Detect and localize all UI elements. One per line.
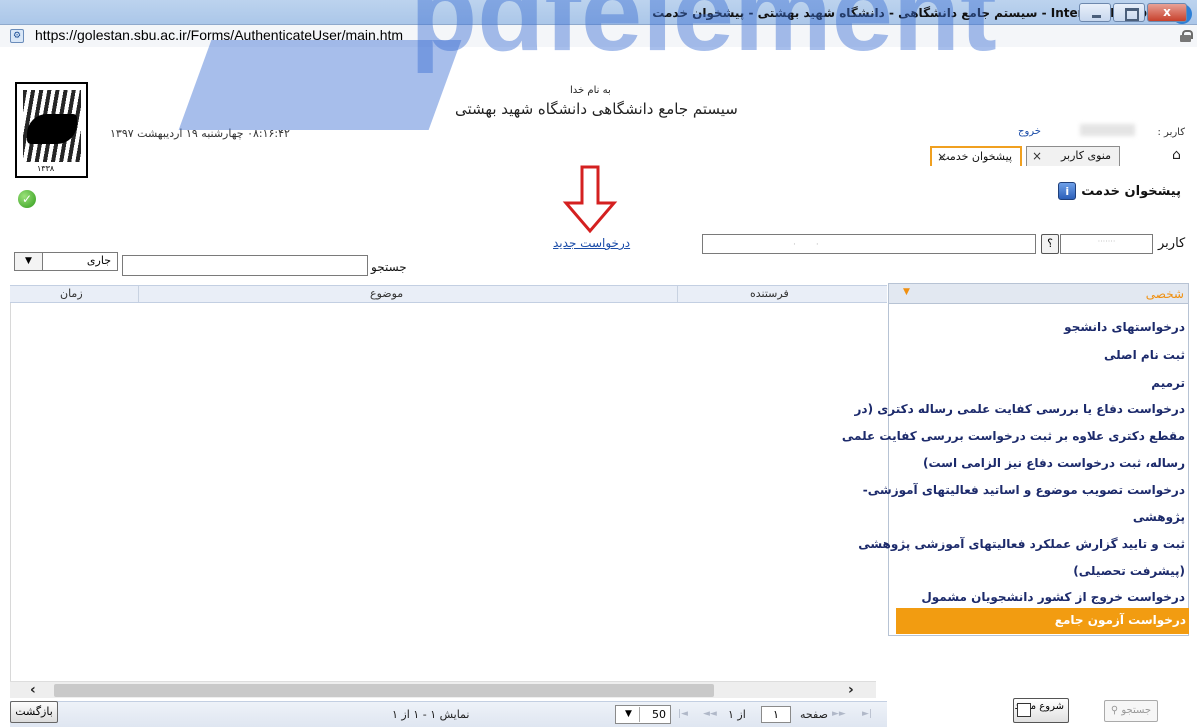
binoculars-icon: ⚲ (1110, 705, 1119, 716)
logout-link[interactable]: خروج (1018, 126, 1041, 137)
sidebar-list: درخواستهای دانشجو ثبت نام اصلی ترمیم درخ… (842, 304, 1189, 636)
sidebar-item[interactable]: درخواست تصویب موضوع و اساتید فعالیتهای آ… (863, 483, 1185, 497)
sidebar-item[interactable]: درخواست دفاع یا بررسی کفایت علمی رساله د… (855, 402, 1186, 416)
grid-body (10, 303, 887, 681)
address-url[interactable]: https://golestan.sbu.ac.ir/Forms/Authent… (35, 27, 403, 43)
sidebar-item-selected[interactable]: درخواست آزمون جامع (896, 608, 1189, 634)
search-label: جستجو (371, 260, 407, 274)
sidebar-item[interactable]: مقطع دکتری علاوه بر ثبت درخواست بررسی کف… (842, 429, 1185, 443)
system-title: سیستم جامع دانشگاهی دانشگاه شهید بهشتی (455, 100, 738, 118)
page-size-value: 50 (652, 708, 666, 721)
find-button-label: جستجو (1121, 705, 1152, 716)
tab-service-desk[interactable]: × پیشخوان خدمت (930, 146, 1022, 166)
page-of-label: از ۱ (728, 708, 746, 721)
user-label: کاربر : (1157, 127, 1186, 138)
scroll-left-icon[interactable]: ‹ (30, 682, 36, 698)
sidebar-item[interactable]: درخواست خروج از کشور دانشجویان مشمول (921, 590, 1185, 604)
column-sender[interactable]: فرستنده (750, 287, 789, 300)
tab-label: پیشخوان خدمت (939, 150, 1012, 163)
user-help-button[interactable]: ؟ (1041, 234, 1059, 254)
prev-page-icon[interactable]: ◄◄ (703, 709, 717, 719)
logo-year: ۱۳۳۸ (37, 164, 55, 173)
user-code-input[interactable]: ······· (1060, 234, 1153, 254)
lock-icon (1180, 30, 1193, 42)
pager: ►| ►► صفحه ۱ از ۱ ◄◄ |◄ ▼ 50 نمایش ۱ - ۱… (10, 701, 887, 727)
column-subject[interactable]: موضوع (370, 287, 403, 300)
maximize-button[interactable] (1113, 3, 1145, 22)
scroll-right-icon[interactable]: › (848, 682, 854, 698)
chevron-down-icon[interactable]: ▼ (618, 707, 640, 722)
sidebar-item[interactable]: درخواستهای دانشجو (1064, 320, 1185, 334)
scroll-thumb[interactable] (54, 684, 714, 697)
grid-header: فرستنده موضوع زمان (10, 285, 887, 303)
window-controls: x (1079, 3, 1187, 22)
page-number-input[interactable]: ۱ (761, 706, 791, 723)
bismillah-text: به نام خدا (570, 85, 611, 96)
user-name-input[interactable]: ·· (702, 234, 1036, 254)
column-divider (138, 286, 139, 302)
site-icon: ⚙ (10, 29, 24, 43)
restart-icon (1017, 703, 1031, 717)
page-title-text: پیشخوان خدمت (1081, 183, 1181, 199)
date-time: ۰۸:۱۶:۴۲ چهارشنبه ۱۹ اردیبهشت ۱۳۹۷ (110, 127, 290, 140)
user-filter-label: کاربر (1158, 236, 1186, 251)
chevron-down-icon[interactable]: ▼ (15, 253, 43, 270)
user-name-blurred (1080, 124, 1135, 136)
new-request-link[interactable]: درخواست جدید (553, 236, 630, 250)
page-title: پیشخوان خدمت i (1058, 182, 1181, 200)
status-select[interactable]: ▼ جاری (14, 252, 118, 271)
column-divider (677, 286, 678, 302)
page-size-select[interactable]: ▼ 50 (615, 705, 671, 724)
sidebar-header-label: شخصی (1145, 287, 1184, 301)
restart-button[interactable]: شروع مجدد (1013, 698, 1069, 723)
sidebar-item[interactable]: پژوهشی (1133, 510, 1185, 524)
sidebar-item[interactable]: ترمیم (1151, 376, 1185, 390)
sidebar-header[interactable]: ▼ شخصی (888, 283, 1189, 304)
watermark-shape (178, 40, 462, 130)
address-bar: ⚙ https://golestan.sbu.ac.ir/Forms/Authe… (0, 24, 1197, 47)
column-time[interactable]: زمان (60, 287, 83, 300)
tab-close-icon[interactable]: × (1032, 147, 1042, 165)
close-window-button[interactable]: x (1147, 3, 1187, 22)
down-arrow-annotation (562, 165, 618, 234)
back-button[interactable]: بازگشت (10, 701, 58, 723)
last-page-icon[interactable]: |◄ (678, 709, 688, 719)
find-button[interactable]: ⚲ جستجو (1104, 700, 1158, 722)
status-check-icon: ✓ (18, 190, 36, 208)
search-input[interactable] (122, 255, 368, 276)
minimize-button[interactable] (1079, 3, 1111, 22)
chevron-down-icon[interactable]: ▼ (903, 287, 910, 297)
page-label: صفحه (800, 708, 828, 721)
status-select-value: جاری (86, 254, 111, 267)
horizontal-scrollbar[interactable]: ‹ › (10, 681, 876, 698)
sidebar-item[interactable]: رساله، ثبت درخواست دفاع نیز الزامی است) (923, 456, 1185, 470)
back-button-label: بازگشت (15, 705, 53, 718)
info-icon[interactable]: i (1058, 182, 1077, 200)
logo-mark (27, 114, 77, 144)
first-page-icon[interactable]: ►| (862, 709, 872, 719)
display-info: نمایش ۱ - ۱ از ۱ (392, 708, 470, 721)
tab-close-icon[interactable]: × (937, 148, 947, 166)
sidebar-item[interactable]: ثبت نام اصلی (1104, 348, 1185, 362)
home-icon[interactable]: ⌂ (1172, 147, 1181, 163)
sidebar-item[interactable]: (پیشرفت تحصیلی) (1073, 564, 1185, 578)
sidebar-item[interactable]: ثبت و تایید گزارش عملکرد فعالیتهای آموزش… (858, 537, 1185, 551)
next-page-icon[interactable]: ►► (832, 709, 846, 719)
university-logo: ۱۳۳۸ (15, 82, 88, 178)
tab-label: منوی کاربر (1060, 149, 1111, 162)
tab-user-menu[interactable]: × منوی کاربر (1026, 146, 1120, 166)
